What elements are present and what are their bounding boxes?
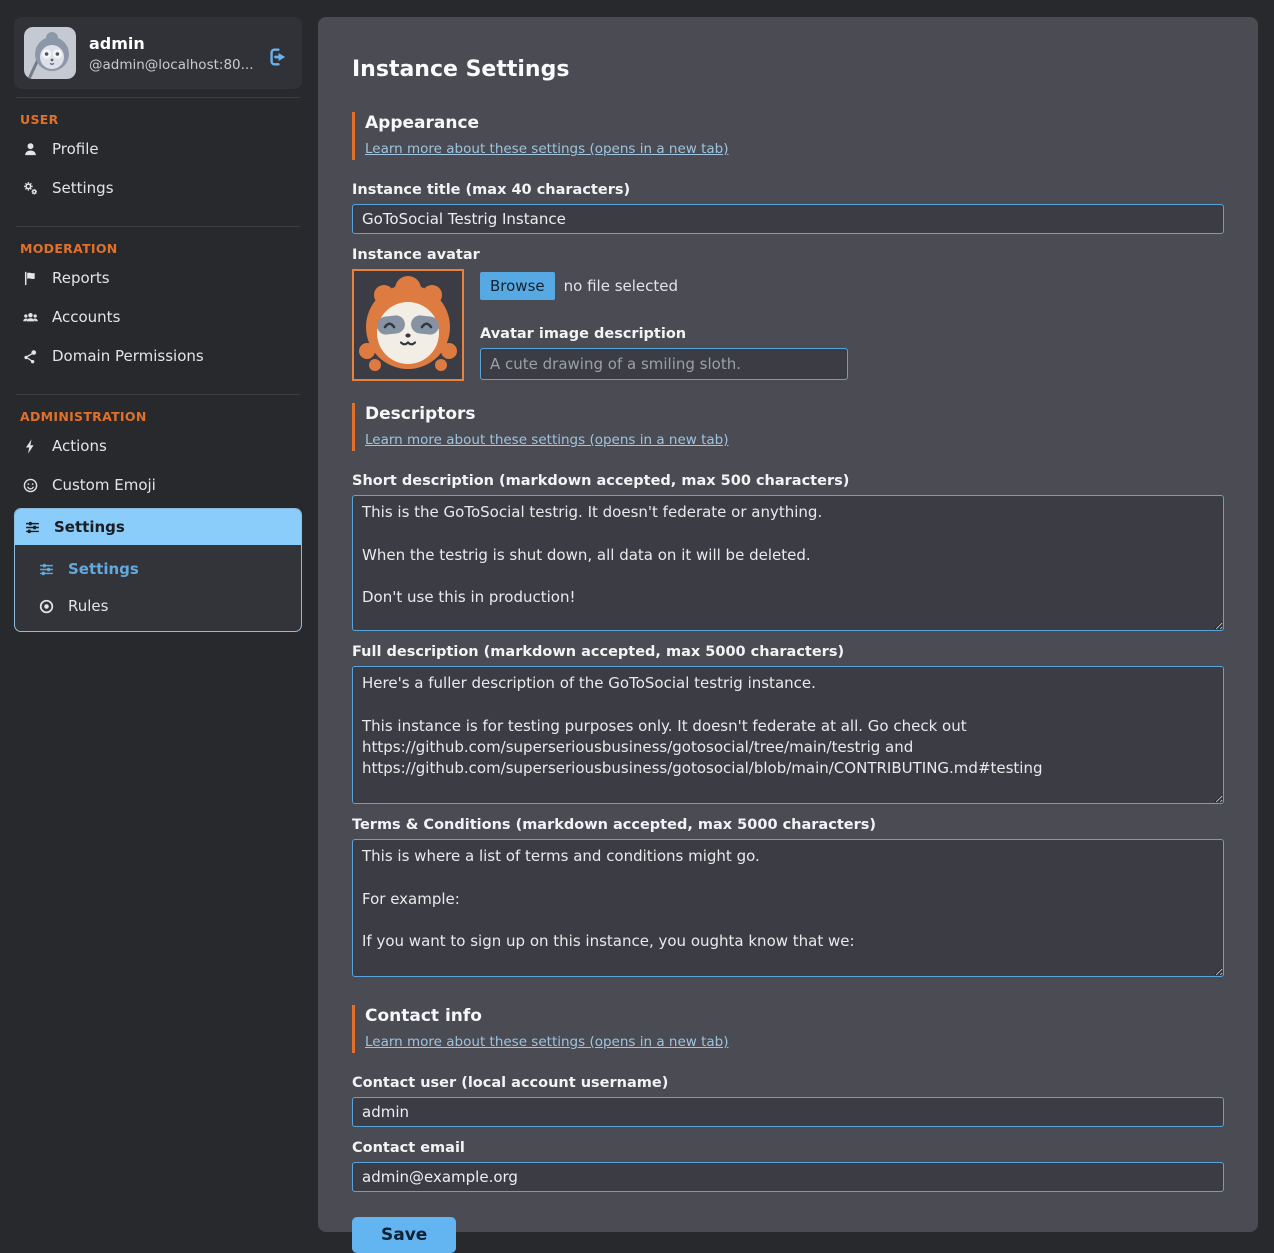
user-handle: @admin@localhost:80... — [89, 57, 254, 73]
instance-settings-panel: Instance Settings Appearance Learn more … — [318, 17, 1258, 1232]
sign-out-icon[interactable] — [267, 46, 289, 68]
sidebar-item-reports[interactable]: Reports — [14, 261, 302, 295]
full-description-textarea[interactable]: Here's a fuller description of the GoToS… — [352, 666, 1224, 804]
instance-avatar-label: Instance avatar — [352, 247, 1224, 263]
terms-label: Terms & Conditions (markdown accepted, m… — [352, 817, 1224, 833]
section-descriptors: Descriptors Learn more about these setti… — [352, 403, 1224, 977]
avatar-description-label: Avatar image description — [480, 326, 848, 342]
contact-email-input[interactable] — [352, 1162, 1224, 1192]
sidebar-item-label: Custom Emoji — [52, 476, 156, 494]
field-instance-avatar: Instance avatar — [352, 247, 1224, 381]
gears-icon — [22, 180, 39, 197]
share-nodes-icon — [22, 348, 39, 365]
nav-section-administration: ADMINISTRATION Actions Custom Emoji — [14, 409, 302, 645]
browse-button[interactable]: Browse — [480, 272, 555, 300]
nav-section-user: USER Profile — [14, 112, 302, 218]
nav-section-moderation: MODERATION Reports Accounts — [14, 241, 302, 386]
user-meta: admin @admin@localhost:80... — [89, 34, 254, 73]
sidebar-item-label: Actions — [52, 437, 107, 455]
sidebar-item-label: Settings — [52, 179, 114, 197]
sloth-avatar-icon — [24, 27, 76, 79]
sliders-icon — [38, 561, 55, 578]
sliders-icon — [24, 519, 41, 536]
learn-more-link[interactable]: Learn more about these settings (opens i… — [365, 432, 728, 448]
section-heading: Appearance — [365, 113, 1224, 133]
sidebar-item-settings-admin[interactable]: Settings — [15, 509, 301, 545]
sidebar-item-label: Settings — [54, 518, 125, 536]
smiley-icon — [22, 477, 39, 494]
sidebar-subitem-rules[interactable]: Rules — [34, 590, 292, 622]
section-label-administration: ADMINISTRATION — [20, 409, 296, 424]
instance-title-label: Instance title (max 40 characters) — [352, 182, 1224, 198]
section-contact: Contact info Learn more about these sett… — [352, 1005, 1224, 1253]
section-appearance: Appearance Learn more about these settin… — [352, 112, 1224, 381]
short-description-label: Short description (markdown accepted, ma… — [352, 473, 1224, 489]
dot-circle-icon — [38, 598, 55, 615]
avatar-description-input[interactable] — [480, 348, 848, 380]
sidebar-nav: USER Profile — [14, 112, 302, 645]
field-terms: Terms & Conditions (markdown accepted, m… — [352, 817, 1224, 977]
contact-email-label: Contact email — [352, 1140, 1224, 1156]
section-header-descriptors: Descriptors Learn more about these setti… — [352, 403, 1224, 451]
full-description-label: Full description (markdown accepted, max… — [352, 644, 1224, 660]
orange-sloth-avatar-icon — [352, 269, 464, 381]
sidebar-item-label: Profile — [52, 140, 99, 158]
section-header-appearance: Appearance Learn more about these settin… — [352, 112, 1224, 160]
sidebar: admin @admin@localhost:80... USER Profil… — [14, 17, 302, 1232]
learn-more-link[interactable]: Learn more about these settings (opens i… — [365, 141, 728, 157]
section-label-user: USER — [20, 112, 296, 127]
field-short-description: Short description (markdown accepted, ma… — [352, 473, 1224, 631]
learn-more-link[interactable]: Learn more about these settings (opens i… — [365, 1034, 728, 1050]
sidebar-item-label: Reports — [52, 269, 110, 287]
sidebar-item-profile[interactable]: Profile — [14, 132, 302, 166]
sidebar-item-domain-permissions[interactable]: Domain Permissions — [14, 339, 302, 373]
section-header-contact: Contact info Learn more about these sett… — [352, 1005, 1224, 1053]
divider — [16, 394, 300, 395]
sidebar-item-actions[interactable]: Actions — [14, 429, 302, 463]
section-label-moderation: MODERATION — [20, 241, 296, 256]
short-description-textarea[interactable]: This is the GoToSocial testrig. It doesn… — [352, 495, 1224, 631]
sidebar-subitem-label: Rules — [68, 597, 108, 615]
user-name: admin — [89, 34, 254, 53]
sidebar-item-custom-emoji[interactable]: Custom Emoji — [14, 468, 302, 502]
file-status-text: no file selected — [564, 277, 678, 295]
field-contact-user: Contact user (local account username) — [352, 1075, 1224, 1127]
sidebar-item-label: Domain Permissions — [52, 347, 204, 365]
section-heading: Descriptors — [365, 404, 1224, 424]
sidebar-item-accounts[interactable]: Accounts — [14, 300, 302, 334]
page-title: Instance Settings — [352, 57, 1224, 82]
bolt-icon — [22, 438, 39, 455]
user-card[interactable]: admin @admin@localhost:80... — [14, 17, 302, 89]
sidebar-subitem-settings[interactable]: Settings — [34, 553, 292, 585]
divider — [16, 226, 300, 227]
section-heading: Contact info — [365, 1006, 1224, 1026]
sidebar-item-label: Accounts — [52, 308, 120, 326]
save-button[interactable]: Save — [352, 1217, 456, 1253]
terms-textarea[interactable]: This is where a list of terms and condit… — [352, 839, 1224, 977]
flag-icon — [22, 270, 39, 287]
avatar-controls: Browse no file selected Avatar image des… — [480, 269, 848, 381]
contact-user-input[interactable] — [352, 1097, 1224, 1127]
instance-title-input[interactable] — [352, 204, 1224, 234]
field-contact-email: Contact email — [352, 1140, 1224, 1192]
field-full-description: Full description (markdown accepted, max… — [352, 644, 1224, 804]
settings-submenu: Settings Rules — [15, 545, 301, 631]
field-instance-title: Instance title (max 40 characters) — [352, 182, 1224, 234]
sidebar-item-settings-user[interactable]: Settings — [14, 171, 302, 205]
divider — [16, 97, 300, 98]
contact-user-label: Contact user (local account username) — [352, 1075, 1224, 1091]
settings-menu-block: Settings Settings — [14, 508, 302, 632]
sidebar-subitem-label: Settings — [68, 560, 139, 578]
user-icon — [22, 141, 39, 158]
users-icon — [22, 309, 39, 326]
